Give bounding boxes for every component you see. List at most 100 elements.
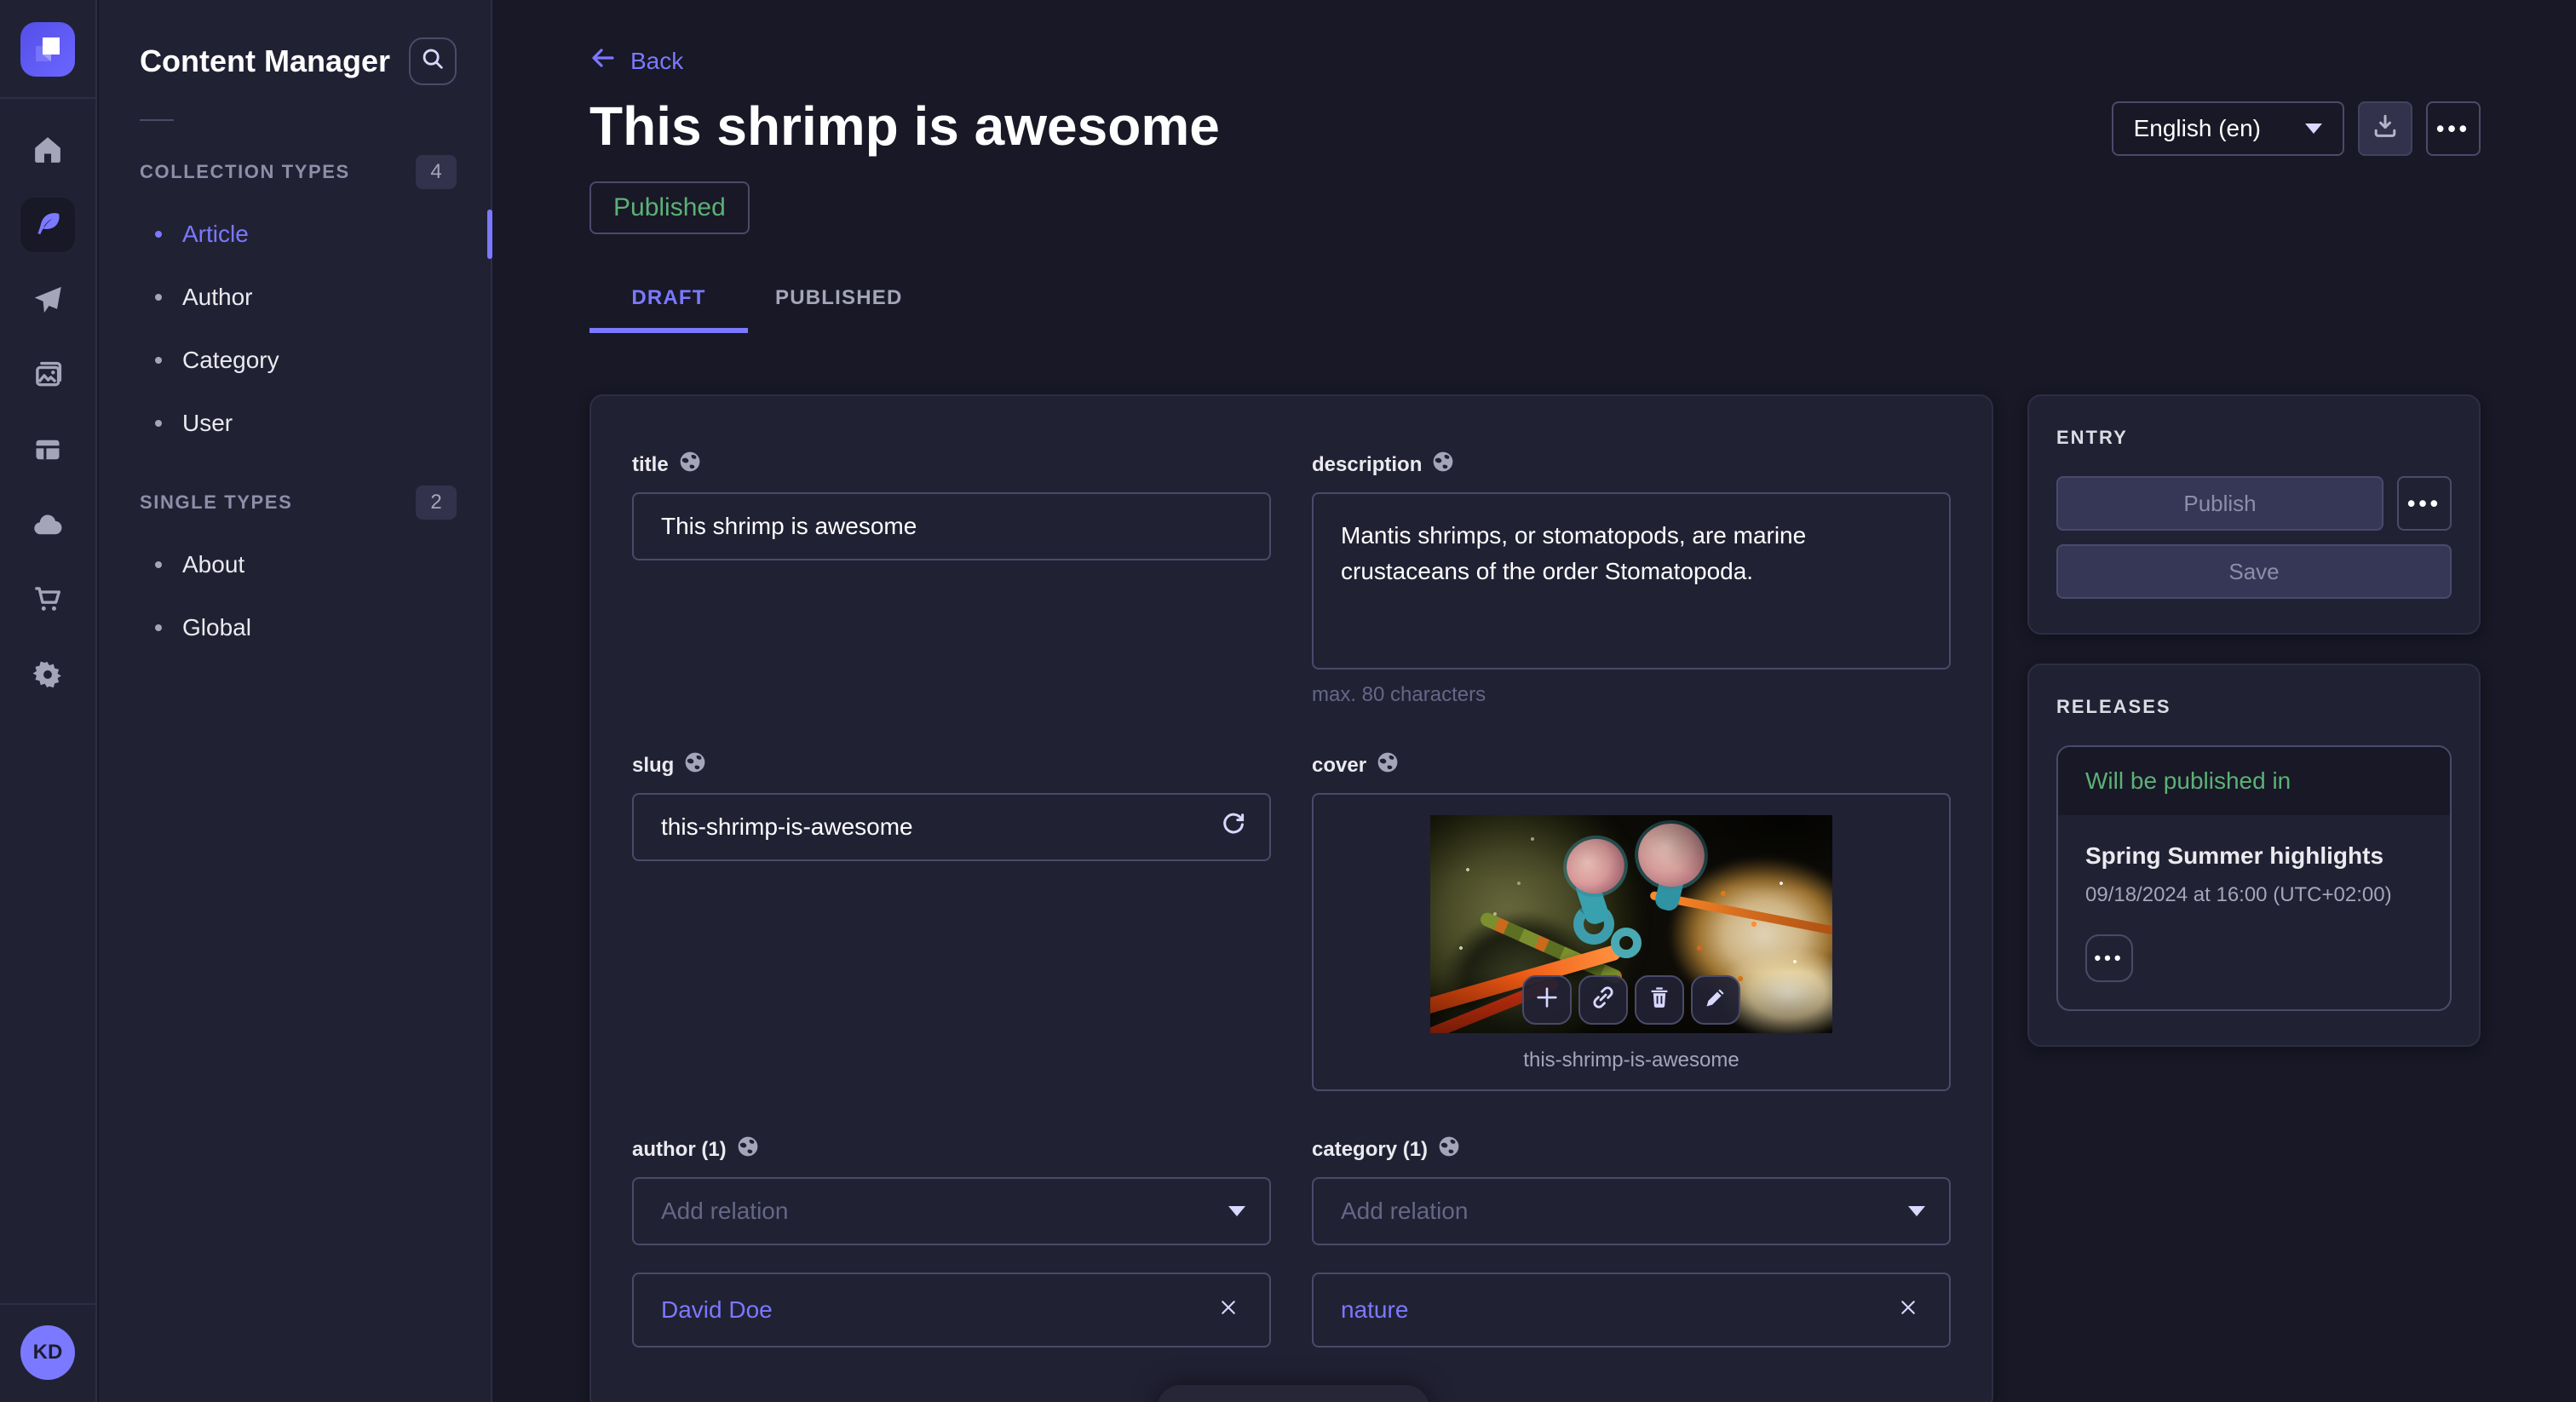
description-textarea[interactable]: Mantis shrimps, or stomatopods, are mari… [1312, 492, 1951, 669]
field-title: title [632, 451, 1271, 707]
save-button[interactable]: Save [2056, 544, 2452, 599]
field-title-label: title [632, 453, 669, 477]
close-icon [1218, 1297, 1239, 1324]
content-type-builder-icon[interactable] [20, 422, 75, 477]
section-label: COLLECTION TYPES [140, 161, 350, 183]
pencil-icon [1703, 985, 1728, 1016]
entry-more-button[interactable]: ••• [2397, 476, 2452, 531]
slug-input[interactable] [632, 793, 1271, 861]
field-cover: cover [1312, 751, 1951, 1091]
field-category-label: category (1) [1312, 1138, 1428, 1162]
releases-icon[interactable] [20, 273, 75, 327]
field-description: description Mantis shrimps, or stomatopo… [1312, 451, 1951, 707]
globe-icon [679, 451, 701, 479]
field-author-label: author (1) [632, 1138, 727, 1162]
sidebar-item-category[interactable]: Category [99, 329, 491, 392]
sidebar-item-global[interactable]: Global [99, 596, 491, 659]
sidebar-item-article[interactable]: Article [99, 203, 491, 266]
tab-draft[interactable]: DRAFT [589, 268, 748, 333]
plus-icon [1534, 985, 1560, 1016]
releases-panel: RELEASES Will be published in Spring Sum… [2027, 664, 2481, 1047]
tab-published[interactable]: PUBLISHED [748, 268, 929, 333]
rail-nav-items [20, 123, 75, 702]
release-card: Will be published in Spring Summer highl… [2056, 745, 2452, 1011]
settings-gear-icon[interactable] [20, 647, 75, 702]
category-relation-link[interactable]: nature [1341, 1296, 1408, 1324]
author-relation-link[interactable]: David Doe [661, 1296, 773, 1324]
locale-select[interactable]: English (en) [2112, 101, 2344, 156]
author-relation-select[interactable]: Add relation [632, 1177, 1271, 1245]
publish-button[interactable]: Publish [2056, 476, 2383, 531]
category-relation-select[interactable]: Add relation [1312, 1177, 1951, 1245]
link-icon [1590, 985, 1616, 1016]
section-collection-types: COLLECTION TYPES 4 [99, 138, 491, 203]
user-avatar[interactable]: KD [20, 1325, 75, 1380]
ellipsis-icon: ••• [2436, 116, 2470, 142]
releases-panel-title: RELEASES [2056, 696, 2452, 718]
author-select-placeholder: Add relation [661, 1198, 788, 1225]
ellipsis-icon: ••• [2094, 947, 2124, 969]
release-date: 09/18/2024 at 16:00 (UTC+02:00) [2085, 883, 2423, 907]
content-manager-icon[interactable] [20, 198, 75, 252]
more-actions-button[interactable]: ••• [2426, 101, 2481, 156]
edit-media-button[interactable] [1691, 975, 1740, 1025]
bullet-icon [155, 561, 162, 568]
status-badge: Published [589, 181, 750, 234]
back-label: Back [630, 48, 683, 75]
import-export-button[interactable] [2358, 101, 2412, 156]
title-input[interactable] [632, 492, 1271, 560]
marketplace-cart-icon[interactable] [20, 572, 75, 627]
sidebar-item-author[interactable]: Author [99, 266, 491, 329]
globe-icon [737, 1135, 759, 1164]
field-author: author (1) Add relation David Doe [632, 1135, 1271, 1347]
field-category: category (1) Add relation nature [1312, 1135, 1951, 1347]
cover-media-box: this-shrimp-is-awesome [1312, 793, 1951, 1091]
home-icon[interactable] [20, 123, 75, 177]
bullet-icon [155, 231, 162, 238]
version-tabs: DRAFT PUBLISHED [589, 268, 2481, 333]
sidebar-item-label: About [182, 551, 244, 578]
field-cover-label: cover [1312, 754, 1366, 778]
section-label: SINGLE TYPES [140, 491, 292, 514]
description-hint: max. 80 characters [1312, 683, 1951, 707]
regenerate-slug-button[interactable] [1213, 807, 1254, 848]
sidebar-item-label: Author [182, 284, 253, 311]
globe-icon [1438, 1135, 1460, 1164]
content-manager-sidebar: Content Manager COLLECTION TYPES 4 Artic… [99, 0, 492, 1402]
sidebar-item-label: User [182, 410, 233, 437]
add-media-button[interactable] [1522, 975, 1572, 1025]
close-icon [1898, 1297, 1918, 1324]
rail-divider [0, 97, 95, 99]
deploy-cloud-icon[interactable] [20, 497, 75, 552]
side-panels: ENTRY Publish ••• Save RELEASES Will be … [2027, 394, 2481, 1047]
field-slug-label: slug [632, 754, 674, 778]
delete-media-button[interactable] [1635, 975, 1684, 1025]
search-button[interactable] [409, 37, 457, 85]
locale-select-value: English (en) [2134, 115, 2261, 142]
cover-caption: this-shrimp-is-awesome [1523, 1049, 1739, 1072]
globe-icon [1432, 451, 1454, 479]
field-description-label: description [1312, 453, 1422, 477]
trash-icon [1647, 985, 1672, 1016]
download-icon [2372, 112, 2399, 146]
release-more-button[interactable]: ••• [2085, 934, 2133, 982]
main-nav-rail: KD [0, 0, 97, 1402]
sidebar-title: Content Manager [140, 43, 390, 79]
media-library-icon[interactable] [20, 348, 75, 402]
entry-panel-title: ENTRY [2056, 427, 2452, 449]
chevron-down-icon [2305, 124, 2322, 134]
section-count-badge: 4 [416, 155, 457, 189]
remove-author-button[interactable] [1211, 1293, 1245, 1327]
release-status-header: Will be published in [2058, 747, 2450, 815]
field-slug: slug [632, 751, 1271, 1091]
sidebar-header: Content Manager [99, 0, 491, 85]
sidebar-item-user[interactable]: User [99, 392, 491, 455]
strapi-admin-app: KD Content Manager COLLECTION TYPES 4 Ar… [0, 0, 2576, 1402]
chevron-down-icon [1908, 1206, 1925, 1216]
remove-category-button[interactable] [1891, 1293, 1925, 1327]
scroll-more-button[interactable] [1157, 1385, 1429, 1402]
sidebar-item-about[interactable]: About [99, 533, 491, 596]
category-select-placeholder: Add relation [1341, 1198, 1468, 1225]
copy-link-button[interactable] [1578, 975, 1628, 1025]
back-link[interactable]: Back [589, 44, 683, 78]
